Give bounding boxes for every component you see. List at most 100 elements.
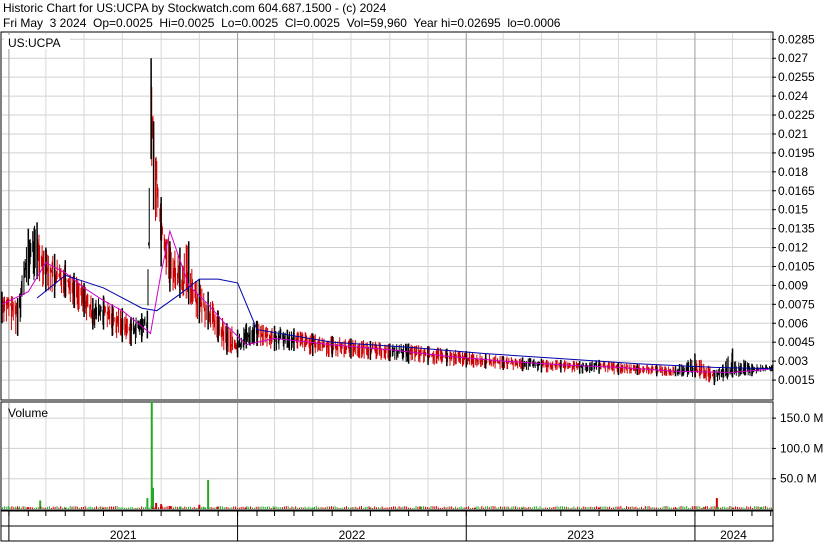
price-tick-label: 0.0135 xyxy=(778,222,815,236)
volume-bar xyxy=(592,507,594,509)
volume-bar xyxy=(199,507,201,509)
volume-bar xyxy=(2,507,3,509)
volume-bar xyxy=(657,507,659,509)
volume-bar xyxy=(735,506,737,509)
volume-bar xyxy=(131,506,133,509)
volume-bar xyxy=(255,506,257,509)
volume-bar xyxy=(691,506,693,509)
volume-bar xyxy=(398,506,400,509)
volume-bar xyxy=(543,507,545,509)
volume-bar xyxy=(236,507,238,509)
year-label: 2024 xyxy=(720,528,747,542)
volume-bar xyxy=(80,507,82,509)
price-tick-label: 0.024 xyxy=(778,89,808,103)
volume-bar xyxy=(573,506,575,509)
volume-bar xyxy=(719,507,721,509)
volume-bar xyxy=(704,506,706,509)
volume-bar xyxy=(723,506,725,509)
volume-bar xyxy=(204,507,206,509)
volume-bar xyxy=(485,506,487,509)
volume-bar xyxy=(579,507,581,509)
volume-bar xyxy=(370,507,372,509)
volume-bar xyxy=(699,506,701,509)
volume-bar xyxy=(319,507,321,509)
volume-bar xyxy=(496,507,498,509)
volume-bar xyxy=(69,506,71,509)
volume-bar xyxy=(54,506,56,509)
volume-bar xyxy=(470,507,472,509)
volume-bar xyxy=(652,506,654,509)
volume-bar xyxy=(3,506,5,509)
volume-bar xyxy=(118,507,120,509)
volume-bar xyxy=(714,506,716,509)
volume-bar xyxy=(537,507,539,509)
volume-bar xyxy=(392,506,394,509)
volume-bar xyxy=(154,507,156,509)
volume-bar xyxy=(193,506,195,509)
volume-bar xyxy=(182,507,184,509)
volume-bar xyxy=(11,506,13,509)
volume-bar xyxy=(515,506,517,509)
volume-bar xyxy=(695,506,697,509)
volume-bar xyxy=(656,507,658,509)
volume-bar xyxy=(20,507,22,509)
volume-bar xyxy=(178,507,180,509)
date-axis: 2021 2022 2023 2024 xyxy=(0,510,774,542)
volume-bar xyxy=(492,506,494,509)
volume-bar xyxy=(586,507,588,509)
volume-bar xyxy=(250,506,252,509)
volume-bar xyxy=(462,507,464,509)
volume-bar xyxy=(400,507,402,509)
volume-bar xyxy=(706,506,708,509)
price-tick-label: 0.0165 xyxy=(778,184,815,198)
volume-bar xyxy=(169,507,171,509)
volume-bar xyxy=(426,507,428,509)
volume-bar xyxy=(385,507,387,509)
volume-bar xyxy=(216,506,218,509)
volume-bar xyxy=(251,507,253,509)
volume-bar xyxy=(509,507,511,509)
volume-bar xyxy=(438,507,440,509)
price-tick-label: 0.0285 xyxy=(778,32,815,46)
volume-bar xyxy=(338,507,340,509)
volume-bar xyxy=(88,506,90,509)
volume-bar xyxy=(360,506,362,509)
year-label: 2023 xyxy=(567,528,594,542)
volume-bar xyxy=(475,506,477,509)
volume-bar xyxy=(770,507,772,509)
volume-bar xyxy=(197,507,199,509)
volume-bar xyxy=(24,506,26,509)
volume-bar xyxy=(642,507,644,509)
volume-bar xyxy=(295,506,297,509)
volume-bar xyxy=(227,507,229,509)
volume-bar xyxy=(622,507,624,509)
volume-bar xyxy=(355,506,357,509)
volume-bar xyxy=(507,506,509,509)
volume-bar xyxy=(206,507,208,509)
volume-bar xyxy=(366,506,368,509)
volume-bar xyxy=(235,506,237,509)
volume-bar xyxy=(624,507,626,509)
volume-bar xyxy=(114,506,116,509)
volume-label: Volume xyxy=(8,406,48,420)
volume-bar xyxy=(768,507,770,509)
volume-bar xyxy=(682,506,684,509)
volume-bar xyxy=(79,507,81,509)
volume-bar xyxy=(368,506,370,509)
price-tick-label: 0.015 xyxy=(778,203,808,217)
volume-bar xyxy=(336,507,338,509)
volume-bar xyxy=(746,506,748,509)
volume-bar xyxy=(421,506,423,509)
volume-bar xyxy=(530,506,532,509)
volume-bar xyxy=(109,506,111,509)
volume-bar xyxy=(520,507,522,509)
volume-bar xyxy=(374,506,376,509)
volume-bar xyxy=(297,507,299,509)
volume-bar xyxy=(718,507,720,509)
volume-bar xyxy=(413,507,415,509)
volume-bar xyxy=(171,506,173,509)
volume-bar xyxy=(605,506,607,509)
volume-bar xyxy=(189,506,191,509)
volume-bar xyxy=(244,507,246,509)
price-tick-label: 0.009 xyxy=(778,278,808,292)
